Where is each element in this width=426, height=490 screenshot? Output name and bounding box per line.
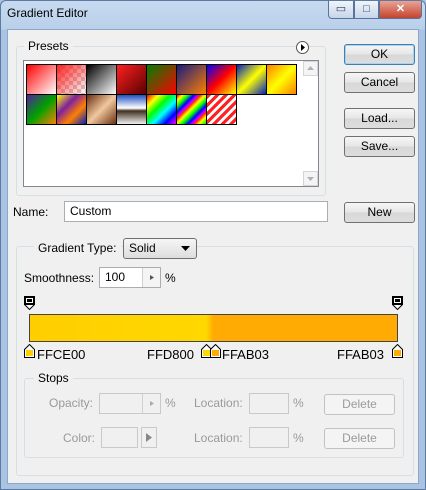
color-location-input[interactable] — [249, 427, 289, 448]
stop-label-4: FFAB03 — [337, 347, 384, 362]
name-input[interactable]: Custom — [64, 201, 328, 222]
new-button[interactable]: New — [344, 202, 415, 223]
opacity-location-input[interactable] — [249, 393, 289, 414]
maximize-button[interactable]: □ — [354, 1, 379, 19]
ok-button[interactable]: OK — [344, 44, 415, 65]
scroll-up-icon — [307, 66, 314, 70]
preset-swatch-transparent-stripes[interactable] — [206, 94, 237, 125]
gradient-type-dropdown[interactable]: Solid — [123, 238, 197, 259]
close-button[interactable]: ✕ — [379, 1, 422, 19]
scroll-down-button[interactable] — [303, 171, 318, 186]
stop-label-1: FFCE00 — [37, 347, 86, 362]
color-stop-ffce00[interactable] — [24, 344, 35, 358]
smoothness-unit: % — [165, 271, 176, 285]
gradient-type-value: Solid — [129, 241, 156, 255]
opacity-unit: % — [165, 396, 176, 410]
presets-swatch-panel[interactable] — [23, 60, 319, 187]
preset-swatch-red-green[interactable] — [146, 64, 177, 95]
title-bar[interactable]: Gradient Editor ▭ □ ✕ — [1, 1, 425, 29]
color-swatch-button[interactable] — [101, 427, 138, 448]
name-label: Name: — [13, 205, 49, 219]
preset-swatch-black-white[interactable] — [86, 64, 117, 95]
dialog-client: Presets OK Cancel Load... Save... Name: … — [7, 29, 419, 484]
preset-swatch-violet-green-orange[interactable] — [26, 94, 57, 125]
stop-label-3: FFAB03 — [222, 347, 269, 362]
preset-swatch-foreground-to-transparent[interactable] — [56, 64, 87, 95]
color-stop-ffab03-end[interactable] — [392, 344, 403, 358]
opacity-arrow-icon — [150, 401, 154, 406]
dropdown-arrow-icon — [181, 246, 190, 251]
color-location-unit: % — [293, 431, 304, 445]
preset-swatch-violet-orange[interactable] — [176, 64, 207, 95]
opacity-location-unit: % — [293, 396, 304, 410]
preset-swatch-orange-yellow-orange[interactable] — [266, 64, 297, 95]
preset-swatch-chrome[interactable] — [116, 94, 147, 125]
smoothness-input[interactable]: 100 — [99, 267, 161, 288]
preset-swatch-red-dark[interactable] — [116, 64, 147, 95]
smoothness-value: 100 — [105, 270, 126, 284]
preset-swatch-blue-yellow-blue[interactable] — [236, 64, 267, 95]
load-button[interactable]: Load... — [344, 108, 415, 129]
preset-swatch-blue-red-yellow[interactable] — [206, 64, 237, 95]
delete-opacity-stop-button[interactable]: Delete — [324, 394, 395, 415]
scroll-up-button[interactable] — [303, 61, 318, 76]
minimize-button[interactable]: ▭ — [328, 1, 354, 19]
minimize-icon: ▭ — [335, 3, 347, 15]
stop-label-2: FFD800 — [147, 347, 194, 362]
cancel-button[interactable]: Cancel — [344, 72, 415, 93]
save-button[interactable]: Save... — [344, 136, 415, 157]
slider-arrow-icon — [150, 275, 154, 280]
opacity-location-label: Location: — [194, 396, 243, 410]
menu-arrow-icon — [301, 44, 305, 51]
color-stop-ffab03-mid[interactable] — [210, 344, 221, 358]
scroll-down-icon — [307, 177, 314, 181]
gradient-type-label: Gradient Type: — [34, 241, 121, 255]
stops-label: Stops — [34, 371, 73, 385]
preset-swatch-spectrum[interactable] — [146, 94, 177, 125]
opacity-slider-button[interactable] — [142, 394, 160, 413]
presets-menu-button[interactable] — [296, 41, 309, 54]
color-menu-button[interactable] — [141, 427, 157, 448]
color-label: Color: — [63, 431, 96, 445]
close-icon: ✕ — [395, 3, 406, 15]
preset-swatch-yellow-violet-orange-blue[interactable] — [56, 94, 87, 125]
gradient-editor-window: Gradient Editor ▭ □ ✕ Presets OK Cancel … — [0, 0, 426, 490]
opacity-stop-left[interactable] — [24, 296, 35, 310]
preset-swatch-foreground-to-background[interactable] — [26, 64, 57, 95]
smoothness-slider-button[interactable] — [142, 268, 160, 287]
maximize-icon: □ — [363, 3, 370, 15]
opacity-stop-right[interactable] — [392, 296, 403, 310]
delete-color-stop-button[interactable]: Delete — [324, 428, 395, 449]
preset-swatch-transparent-rainbow[interactable] — [176, 94, 207, 125]
opacity-label: Opacity: — [49, 396, 94, 410]
preset-swatch-copper[interactable] — [86, 94, 117, 125]
presets-label: Presets — [24, 39, 73, 53]
color-menu-arrow-icon — [146, 433, 152, 442]
opacity-input[interactable] — [99, 393, 161, 414]
gradient-preview-bar[interactable] — [29, 314, 398, 342]
color-location-label: Location: — [194, 431, 243, 445]
smoothness-label: Smoothness: — [24, 271, 95, 285]
window-title: Gradient Editor — [7, 6, 88, 20]
